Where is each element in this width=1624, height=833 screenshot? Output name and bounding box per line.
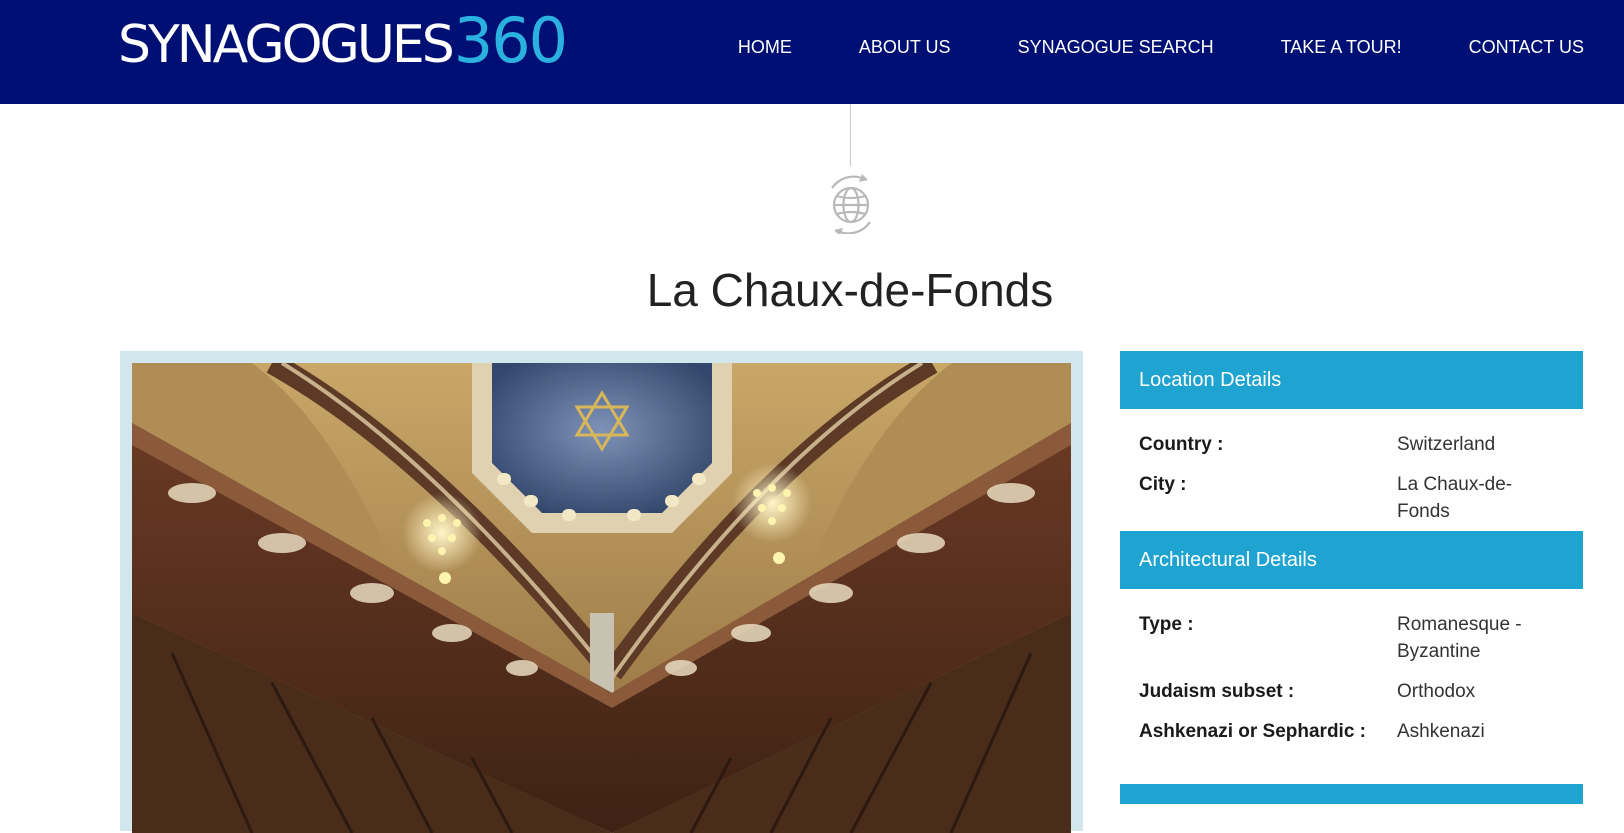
detail-value: La Chaux-de-Fonds <box>1397 474 1513 522</box>
decorative-divider <box>850 104 851 166</box>
detail-row-city: City : La Chaux-de-Fonds <box>1120 471 1583 525</box>
detail-label: Country : <box>1139 434 1224 455</box>
detail-label: Ashkenazi or Sephardic : <box>1139 721 1367 742</box>
next-section-heading <box>1120 784 1583 804</box>
site-logo[interactable]: SYNAGOGUES 360 <box>118 4 568 77</box>
detail-value: Orthodox <box>1397 681 1476 702</box>
architectural-details-heading: Architectural Details <box>1120 531 1583 589</box>
nav-about-us[interactable]: ABOUT US <box>859 36 951 58</box>
details-panel: Location Details Country : Switzerland C… <box>1120 351 1583 804</box>
detail-label: Type : <box>1139 614 1194 635</box>
main-nav: HOME ABOUT US SYNAGOGUE SEARCH TAKE A TO… <box>738 36 1584 58</box>
detail-row-type: Type : Romanesque - Byzantine <box>1120 611 1583 665</box>
detail-row-ashkenazi-sephardic: Ashkenazi or Sephardic : Ashkenazi <box>1120 718 1583 745</box>
rotating-globe-icon <box>822 172 880 236</box>
detail-value: Romanesque - Byzantine <box>1397 614 1522 662</box>
site-header: SYNAGOGUES 360 HOME ABOUT US SYNAGOGUE S… <box>0 0 1624 104</box>
nav-contact-us[interactable]: CONTACT US <box>1469 36 1584 58</box>
photo-frame <box>120 351 1083 833</box>
location-details-heading: Location Details <box>1120 351 1583 409</box>
page-title: La Chaux-de-Fonds <box>646 264 1054 316</box>
detail-value: Switzerland <box>1397 434 1496 455</box>
detail-row-country: Country : Switzerland <box>1120 431 1583 458</box>
detail-label: City : <box>1139 474 1187 495</box>
nav-take-a-tour[interactable]: TAKE A TOUR! <box>1281 36 1402 58</box>
location-details-list: Country : Switzerland City : La Chaux-de… <box>1120 409 1583 531</box>
logo-number: 360 <box>453 4 568 77</box>
nav-home[interactable]: HOME <box>738 36 792 58</box>
logo-word: SYNAGOGUES <box>118 15 455 75</box>
architectural-details-list: Type : Romanesque - Byzantine Judaism su… <box>1120 589 1583 770</box>
detail-row-judaism-subset: Judaism subset : Orthodox <box>1120 678 1583 705</box>
detail-value: Ashkenazi <box>1397 721 1485 742</box>
synagogue-interior-photo[interactable] <box>132 363 1071 833</box>
nav-synagogue-search[interactable]: SYNAGOGUE SEARCH <box>1018 36 1214 58</box>
detail-label: Judaism subset : <box>1139 681 1295 702</box>
